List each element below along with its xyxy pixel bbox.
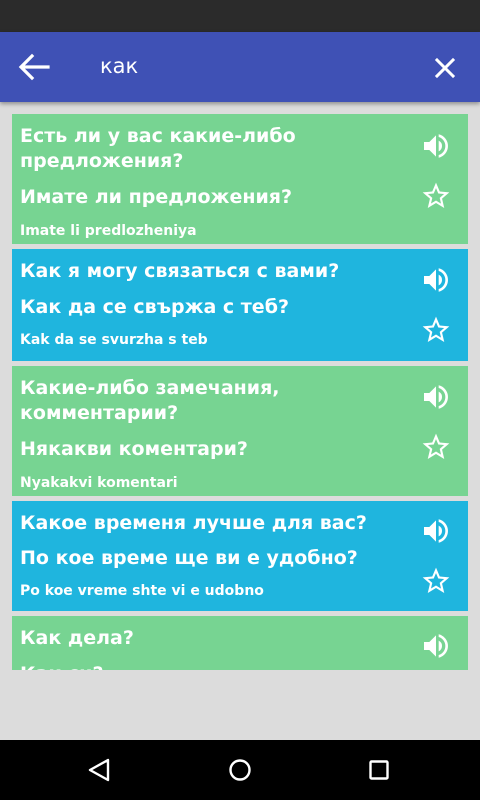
speaker-icon [424,268,448,292]
search-input[interactable]: как [100,52,138,80]
star-outline-icon [422,567,450,593]
phrase-transliteration: Kak da se svurzha s teb [20,332,208,348]
phrase-question: Как дела? [20,627,134,649]
phrase-card[interactable]: Как дела? Как си? [12,616,468,670]
phrase-translation: По кое време ще ви е удобно? [20,547,358,569]
star-outline-icon [422,316,450,342]
phrase-translation: Имате ли предложения? [20,186,292,208]
favorite-button[interactable] [420,431,452,463]
speaker-icon [424,385,448,409]
speaker-icon [424,519,448,543]
back-button[interactable] [14,49,54,85]
speaker-icon [424,134,448,158]
phrase-card[interactable]: Какое временя лучше для вас? По кое врем… [12,501,468,611]
phrase-card[interactable]: Есть ли у вас какие-либо предложения? Им… [12,114,468,244]
phrase-card[interactable]: Какие-либо замечания, комментарии? Някак… [12,366,468,496]
phrase-question: Какое временя лучше для вас? [20,512,367,534]
nav-home-button[interactable] [222,754,258,786]
nav-recents-button[interactable] [361,754,397,786]
play-audio-button[interactable] [420,515,452,547]
favorite-button[interactable] [420,180,452,212]
phrase-question: Как я могу связаться с вами? [20,260,340,282]
phrase-transliteration: Nyakakvi komentari [20,475,178,491]
nav-back-button[interactable] [81,754,117,786]
speaker-icon [424,634,448,658]
play-audio-button[interactable] [420,630,452,662]
circle-home-icon [229,759,251,781]
play-audio-button[interactable] [420,381,452,413]
play-audio-button[interactable] [420,130,452,162]
navigation-bar [0,740,480,800]
phrase-translation: Как да се свържа с теб? [20,296,289,318]
app-bar: как [0,32,480,102]
close-icon [434,57,456,79]
status-bar [0,0,480,32]
phrase-question: Какие-либо замечания, комментарии? [20,377,280,424]
square-recents-icon [369,760,389,780]
phrase-list[interactable]: Есть ли у вас какие-либо предложения? Им… [12,114,468,670]
phrase-transliteration: Po koe vreme shte vi e udobno [20,583,264,599]
phrase-question: Есть ли у вас какие-либо предложения? [20,125,296,172]
play-audio-button[interactable] [420,264,452,296]
triangle-back-icon [88,758,110,782]
arrow-left-icon [18,53,50,81]
clear-search-button[interactable] [428,51,462,85]
phrase-translation: Как си? [20,662,400,670]
phrase-transliteration: Imate li predlozheniya [20,223,197,239]
phrase-card[interactable]: Как я могу связаться с вами? Как да се с… [12,249,468,361]
favorite-button[interactable] [420,314,452,346]
phrase-translation: Някакви коментари? [20,438,248,460]
star-outline-icon [422,433,450,459]
favorite-button[interactable] [420,565,452,597]
star-outline-icon [422,182,450,208]
